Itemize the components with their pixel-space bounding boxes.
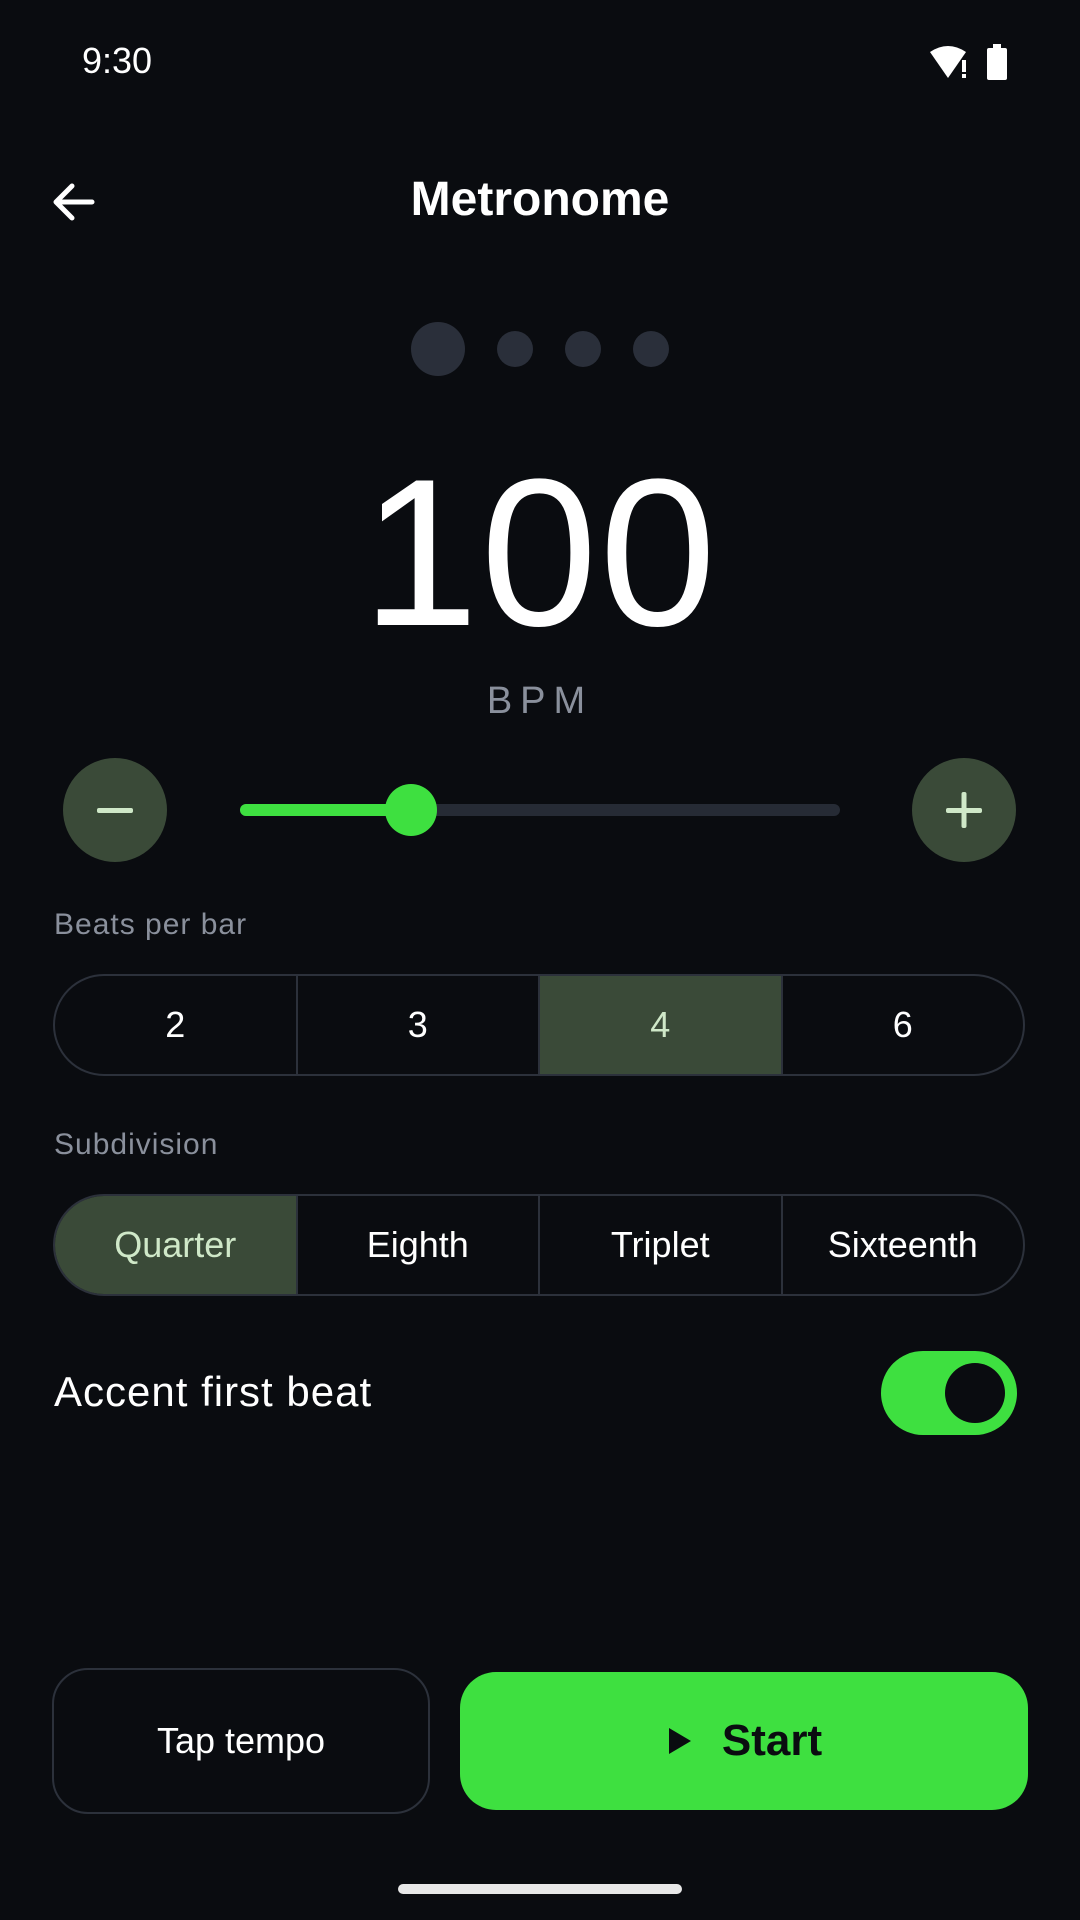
beat-dot-2 [497, 331, 533, 367]
accent-first-beat-label: Accent first beat [54, 1368, 373, 1415]
beats-option-6[interactable]: 6 [783, 976, 1024, 1074]
play-icon [668, 1728, 691, 1754]
start-button[interactable]: Start [460, 1672, 1028, 1810]
start-button-label: Start [721, 1716, 823, 1765]
increase-tempo-button[interactable] [912, 758, 1016, 862]
subdivision-selector: Quarter Eighth Triplet Sixteenth [53, 1194, 1025, 1296]
slider-thumb[interactable] [385, 784, 437, 836]
beats-per-bar-label: Beats per bar [54, 908, 248, 941]
decrease-tempo-button[interactable] [63, 758, 167, 862]
beat-dot-3 [565, 331, 601, 367]
beat-indicator [0, 322, 1080, 376]
beats-per-bar-selector: 2 3 4 6 [53, 974, 1025, 1076]
subdivision-option-quarter[interactable]: Quarter [55, 1196, 298, 1294]
wifi-alert-icon [930, 46, 966, 78]
page-title: Metronome [410, 173, 670, 226]
tap-tempo-button[interactable]: Tap tempo [52, 1668, 430, 1814]
subdivision-option-eighth[interactable]: Eighth [298, 1196, 540, 1294]
bpm-value: 100 [361, 435, 719, 670]
beats-option-3[interactable]: 3 [298, 976, 540, 1074]
bpm-unit-label: BPM [486, 680, 594, 722]
beat-dot-1 [411, 322, 465, 376]
beats-option-2[interactable]: 2 [55, 976, 298, 1074]
beats-option-4[interactable]: 4 [540, 976, 783, 1074]
minus-icon [97, 808, 133, 813]
home-indicator [398, 1884, 682, 1894]
tempo-slider[interactable] [240, 784, 840, 836]
beat-dot-4 [633, 331, 669, 367]
toggle-knob [945, 1363, 1005, 1423]
accent-first-beat-toggle[interactable] [881, 1351, 1017, 1435]
subdivision-option-sixteenth[interactable]: Sixteenth [783, 1196, 1024, 1294]
subdivision-option-triplet[interactable]: Triplet [540, 1196, 783, 1294]
status-time: 9:30 [82, 40, 153, 81]
subdivision-label: Subdivision [54, 1128, 219, 1161]
battery-icon [987, 44, 1007, 80]
plus-icon [946, 792, 982, 828]
status-icons [928, 44, 1008, 80]
